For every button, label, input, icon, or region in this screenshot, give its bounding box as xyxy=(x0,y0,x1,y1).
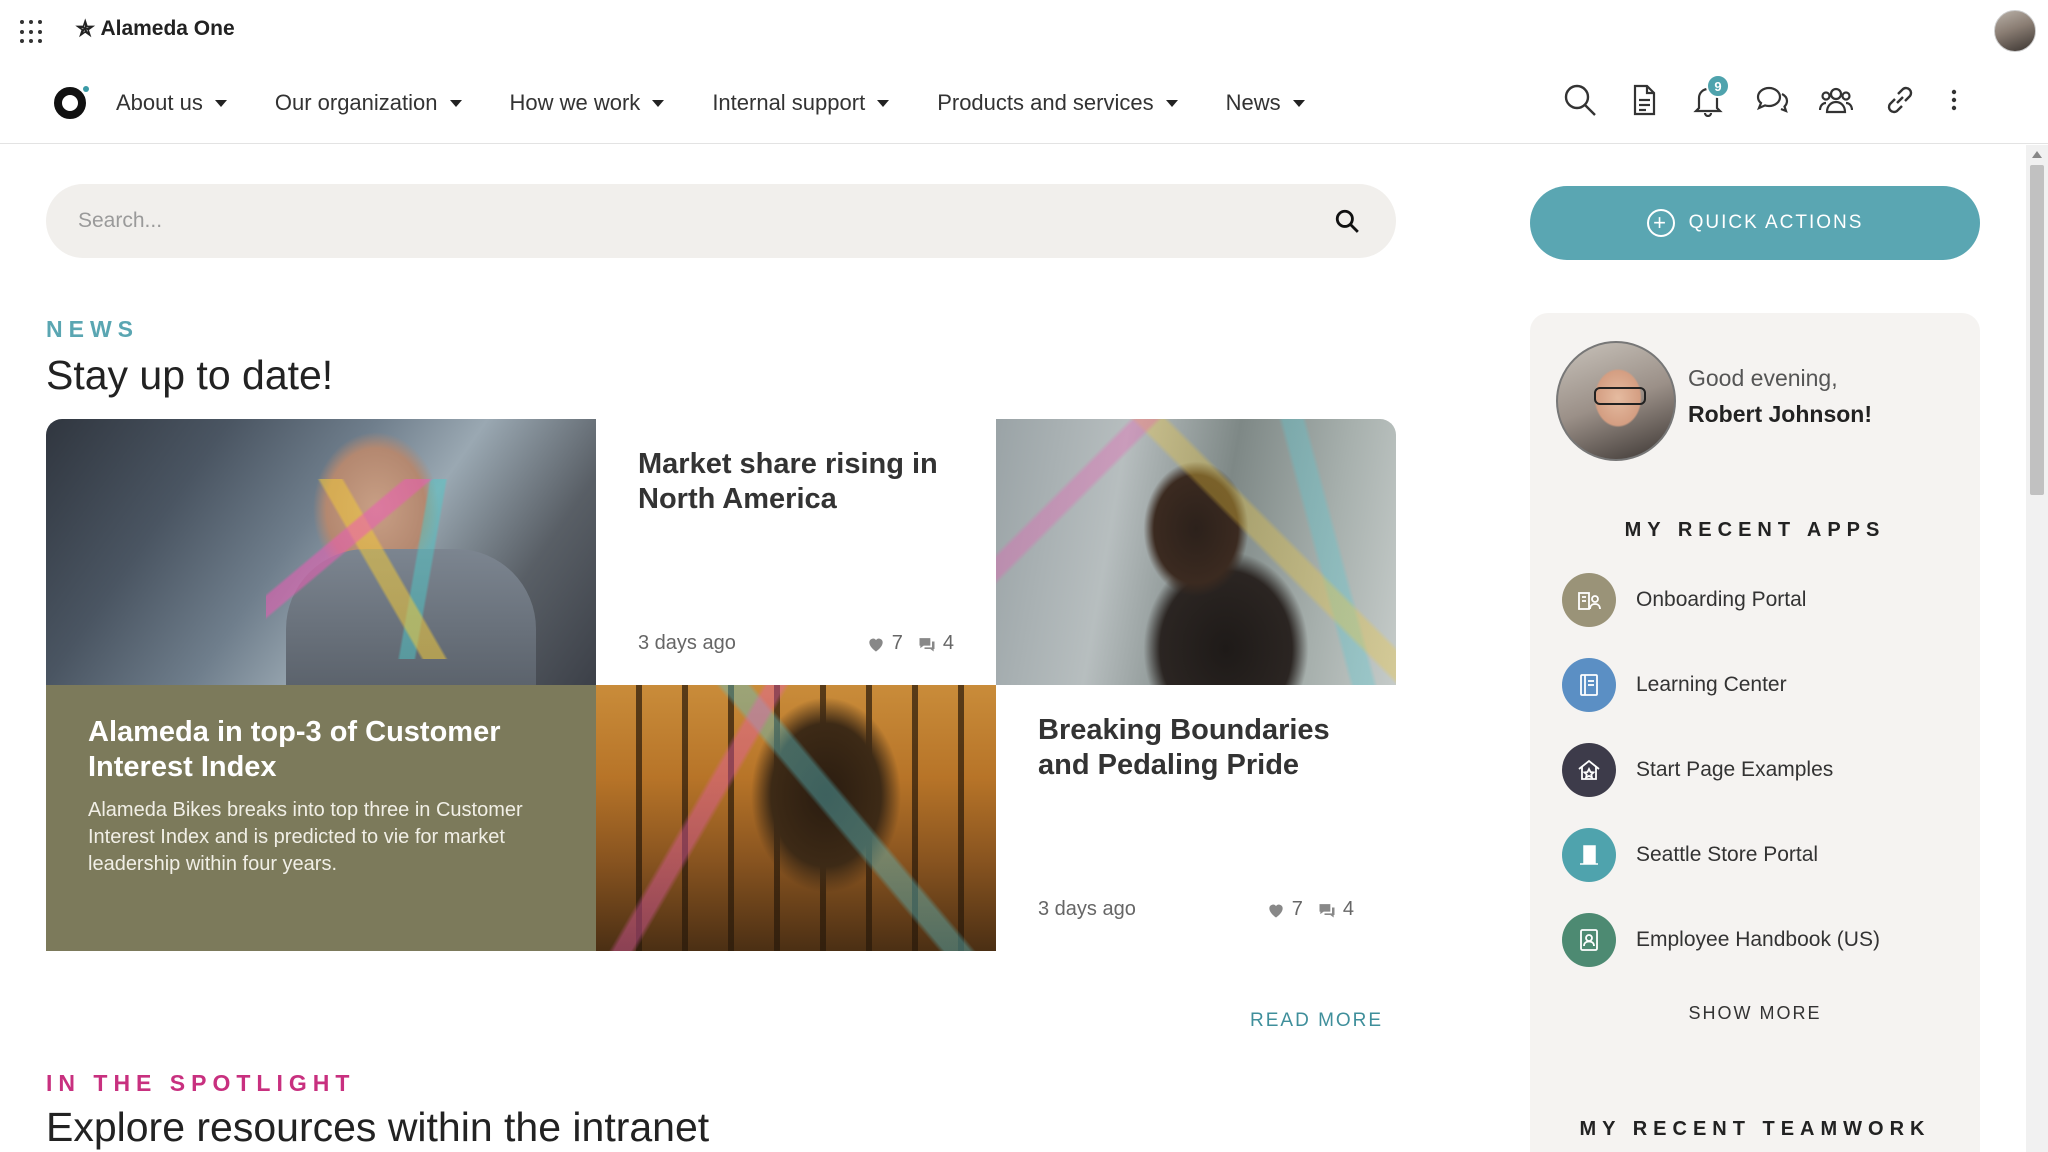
show-more-link[interactable]: SHOW MORE xyxy=(1530,1003,1980,1024)
plus-circle-icon: + xyxy=(1646,209,1675,237)
nav-label: News xyxy=(1225,90,1281,115)
app-label: Learning Center xyxy=(1636,673,1787,696)
comments-count: 4 xyxy=(942,632,954,654)
nav-products-and-services[interactable]: Products and services xyxy=(937,90,1178,116)
nav-label: Our organization xyxy=(274,90,438,115)
app-label: Start Page Examples xyxy=(1636,758,1834,781)
spotlight-eyebrow: IN THE SPOTLIGHT xyxy=(46,1070,356,1096)
news-card-market-share[interactable]: Market share rising in North America 3 d… xyxy=(596,419,996,685)
news-image-construction[interactable] xyxy=(596,685,996,951)
notification-badge: 9 xyxy=(1706,74,1730,98)
app-employee-handbook-us[interactable]: Employee Handbook (US) xyxy=(1562,913,1962,967)
app-start-page-examples[interactable]: Start Page Examples xyxy=(1562,743,1962,797)
more-icon[interactable] xyxy=(1944,80,1964,120)
greeting-text: Good evening, xyxy=(1688,365,1838,391)
main-navigation: About us Our organization How we work In… xyxy=(0,62,2048,144)
building-people-icon xyxy=(1562,573,1616,627)
app-label: Onboarding Portal xyxy=(1636,588,1807,611)
app-seattle-store-portal[interactable]: Seattle Store Portal xyxy=(1562,828,1962,882)
news-card-time: 3 days ago xyxy=(1038,898,1136,920)
chat-icon[interactable] xyxy=(1752,80,1792,120)
scroll-up-arrow-icon[interactable] xyxy=(2032,151,2042,158)
comments-icon[interactable] xyxy=(1317,900,1337,920)
nav-label: Products and services xyxy=(937,90,1154,115)
news-card-time: 3 days ago xyxy=(638,632,736,654)
app-learning-center[interactable]: Learning Center xyxy=(1562,658,1962,712)
brand-name: Alameda One xyxy=(100,17,235,40)
caret-down-icon xyxy=(1292,99,1305,107)
news-card-title[interactable]: Alameda in top-3 of Customer Interest In… xyxy=(88,715,554,785)
caret-down-icon xyxy=(1165,99,1178,107)
nav-how-we-work[interactable]: How we work xyxy=(510,90,665,116)
news-title: Stay up to date! xyxy=(46,352,334,398)
vertical-scrollbar[interactable] xyxy=(2026,145,2048,1152)
news-card-title[interactable]: Breaking Boundaries and Pedaling Pride xyxy=(1038,713,1354,783)
app-label: Seattle Store Portal xyxy=(1636,843,1819,866)
recent-apps-heading: MY RECENT APPS xyxy=(1624,519,1886,541)
nav-label: About us xyxy=(116,90,203,115)
app-onboarding-portal[interactable]: Onboarding Portal xyxy=(1562,573,1962,627)
comments-count: 4 xyxy=(1342,898,1354,920)
personal-panel: Good evening, Robert Johnson! MY RECENT … xyxy=(1530,313,1980,1152)
people-icon[interactable] xyxy=(1816,80,1856,120)
nav-label: How we work xyxy=(509,90,641,115)
heart-icon[interactable] xyxy=(1266,900,1286,920)
home-star-icon xyxy=(1562,743,1616,797)
news-card-meta: 3 days ago 7 4 xyxy=(1038,898,1354,921)
search-input[interactable] xyxy=(78,209,1330,233)
document-icon[interactable] xyxy=(1624,80,1664,120)
profile-avatar[interactable] xyxy=(1556,341,1676,461)
search-icon[interactable] xyxy=(1560,80,1600,120)
comments-icon[interactable] xyxy=(917,634,937,654)
news-card-stats: 7 4 xyxy=(866,632,954,655)
news-image-woman[interactable] xyxy=(996,419,1396,685)
quick-actions-button[interactable]: + QUICK ACTIONS xyxy=(1530,186,1980,260)
top-bar: ✯ Alameda One xyxy=(0,0,2048,62)
bell-icon[interactable]: 9 xyxy=(1688,74,1730,120)
recent-teamwork-heading: MY RECENT TEAMWORK xyxy=(1579,1118,1931,1140)
user-avatar[interactable] xyxy=(1994,10,2036,52)
brand[interactable]: ✯ Alameda One xyxy=(76,16,235,42)
star-logo-icon: ✯ xyxy=(76,16,95,41)
link-icon[interactable] xyxy=(1880,80,1920,120)
likes-count: 7 xyxy=(1291,898,1303,920)
confetti-overlay xyxy=(996,419,1396,685)
caret-down-icon xyxy=(877,99,890,107)
nav-our-organization[interactable]: Our organization xyxy=(275,90,462,116)
read-more-link[interactable]: READ MORE xyxy=(1250,1010,1383,1032)
app-launcher-icon[interactable] xyxy=(20,20,44,44)
confetti-overlay xyxy=(266,479,506,659)
news-card-title[interactable]: Market share rising in North America xyxy=(638,447,954,517)
caret-down-icon xyxy=(652,99,665,107)
likes-count: 7 xyxy=(891,632,903,654)
scrollbar-thumb[interactable] xyxy=(2030,165,2044,495)
app-label: Employee Handbook (US) xyxy=(1636,928,1880,951)
search-bar xyxy=(46,184,1396,258)
recent-apps-list: Onboarding Portal Learning Center Start … xyxy=(1562,573,1962,998)
nav-label: Internal support xyxy=(712,90,866,115)
heart-icon[interactable] xyxy=(866,634,886,654)
quick-actions-label: QUICK ACTIONS xyxy=(1688,212,1864,233)
caret-down-icon xyxy=(449,99,462,107)
book-icon xyxy=(1562,658,1616,712)
news-card-stats: 7 4 xyxy=(1266,898,1354,921)
nav-internal-support[interactable]: Internal support xyxy=(712,90,890,116)
store-door-icon xyxy=(1562,828,1616,882)
news-eyebrow: NEWS xyxy=(46,316,139,342)
news-image-businessman[interactable] xyxy=(46,419,596,685)
news-card-description: Alameda Bikes breaks into top three in C… xyxy=(88,799,523,875)
news-card-meta: 3 days ago 7 4 xyxy=(638,632,954,655)
nav-about-us[interactable]: About us xyxy=(116,90,227,116)
news-card-customer-interest[interactable]: Alameda in top-3 of Customer Interest In… xyxy=(46,685,596,951)
nav-news[interactable]: News xyxy=(1226,90,1305,116)
news-card-breaking-boundaries[interactable]: Breaking Boundaries and Pedaling Pride 3… xyxy=(996,685,1396,951)
home-logo-icon[interactable] xyxy=(54,86,89,119)
caret-down-icon xyxy=(214,99,227,107)
confetti-overlay xyxy=(596,685,996,951)
spotlight-title: Explore resources within the intranet xyxy=(46,1104,710,1150)
search-submit-icon[interactable] xyxy=(1330,204,1364,238)
user-name: Robert Johnson! xyxy=(1688,401,1872,427)
id-badge-icon xyxy=(1562,913,1616,967)
